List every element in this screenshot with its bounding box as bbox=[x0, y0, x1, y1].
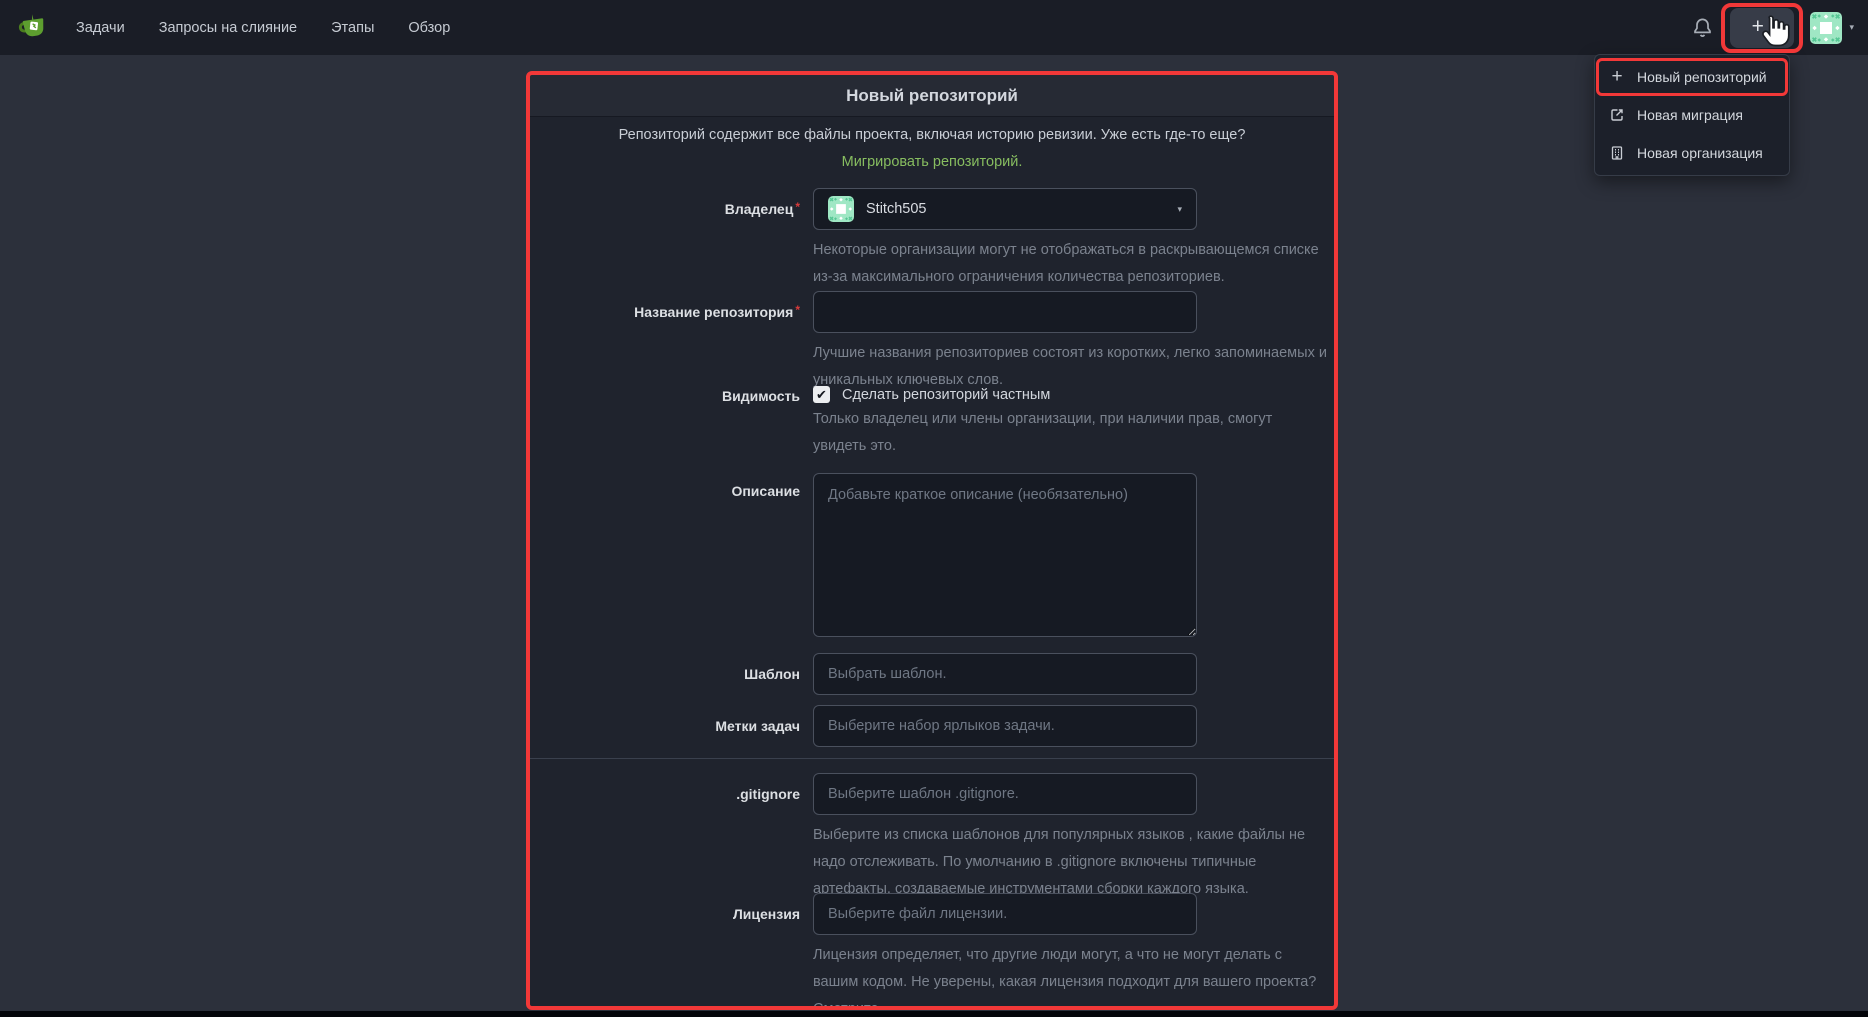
issue-labels-row: Метки задач bbox=[530, 705, 1334, 747]
notifications-button[interactable] bbox=[1690, 16, 1714, 40]
license-help-text: Лицензия определяет, что другие люди мог… bbox=[813, 942, 1329, 1006]
nav-item-explore[interactable]: Обзор bbox=[408, 20, 450, 36]
repo-name-row: Название репозитория* Лучшие названия ре… bbox=[530, 291, 1334, 394]
navbar-right: + ▾ ▾ bbox=[1690, 0, 1854, 55]
menu-item-new-migration[interactable]: Новая миграция bbox=[1595, 96, 1789, 134]
owner-help-text: Некоторые организации могут не отображат… bbox=[813, 237, 1329, 291]
menu-item-new-repository[interactable]: + Новый репозиторий bbox=[1595, 58, 1789, 96]
issue-labels-label: Метки задач bbox=[530, 705, 800, 747]
navbar: Задачи Запросы на слияние Этапы Обзор + … bbox=[0, 0, 1868, 55]
form-header: Новый репозиторий bbox=[530, 75, 1334, 117]
owner-label-text: Владелец bbox=[725, 201, 794, 217]
description-label: Описание bbox=[530, 473, 800, 642]
chevron-down-icon: ▾ bbox=[1177, 205, 1182, 214]
description-textarea[interactable] bbox=[813, 473, 1197, 637]
bell-icon bbox=[1692, 17, 1713, 38]
menu-item-label: Новый репозиторий bbox=[1637, 69, 1767, 85]
owner-select[interactable]: Stitch505 ▾ bbox=[813, 188, 1197, 230]
create-new-button[interactable]: + ▾ bbox=[1730, 8, 1794, 48]
private-checkbox-label[interactable]: Сделать репозиторий частным bbox=[842, 387, 1050, 403]
license-help-body: Лицензия определяет, что другие люди мог… bbox=[813, 947, 1316, 1006]
private-checkbox[interactable]: ✔ bbox=[813, 386, 830, 403]
template-row: Шаблон bbox=[530, 653, 1334, 695]
license-row: Лицензия Лицензия определяет, что другие… bbox=[530, 893, 1334, 1006]
required-asterisk: * bbox=[795, 303, 800, 317]
form-intro: Репозиторий содержит все файлы проекта, … bbox=[582, 122, 1282, 176]
license-label: Лицензия bbox=[530, 893, 800, 1006]
visibility-help-text: Только владелец или члены организации, п… bbox=[813, 406, 1329, 460]
chevron-down-icon: ▾ bbox=[1849, 23, 1854, 32]
repo-name-label-text: Название репозитория bbox=[634, 304, 793, 320]
owner-avatar bbox=[828, 196, 854, 222]
organization-icon bbox=[1609, 145, 1625, 161]
issue-labels-input[interactable] bbox=[813, 705, 1197, 747]
gitignore-input[interactable] bbox=[813, 773, 1197, 815]
navbar-links: Задачи Запросы на слияние Этапы Обзор bbox=[76, 20, 450, 36]
nav-item-milestones[interactable]: Этапы bbox=[331, 20, 374, 36]
user-menu-button[interactable]: ▾ bbox=[1810, 12, 1854, 44]
migrate-icon bbox=[1609, 107, 1625, 123]
plus-icon: + bbox=[1752, 16, 1764, 37]
gitea-logo[interactable] bbox=[16, 11, 52, 45]
form-divider bbox=[530, 758, 1334, 759]
owner-label: Владелец* bbox=[530, 188, 800, 291]
menu-item-new-organization[interactable]: Новая организация bbox=[1595, 134, 1789, 172]
gitea-teacup-icon bbox=[17, 12, 51, 44]
screen: Задачи Запросы на слияние Этапы Обзор + … bbox=[0, 0, 1868, 1017]
template-label: Шаблон bbox=[530, 653, 800, 695]
license-input[interactable] bbox=[813, 893, 1197, 935]
menu-item-label: Новая организация bbox=[1637, 145, 1763, 161]
nav-item-pull-requests[interactable]: Запросы на слияние bbox=[159, 20, 297, 36]
visibility-row: Видимость ✔ Сделать репозиторий частным … bbox=[530, 386, 1334, 460]
owner-row: Владелец* Stitch505 ▾ Некоторые организа… bbox=[530, 188, 1334, 291]
gitignore-row: .gitignore Выберите из списка шаблонов д… bbox=[530, 773, 1334, 903]
intro-text: Репозиторий содержит все файлы проекта, … bbox=[619, 127, 1246, 143]
new-repository-form: Новый репозиторий Репозиторий содержит в… bbox=[530, 75, 1334, 1006]
nav-item-issues[interactable]: Задачи bbox=[76, 20, 125, 36]
repo-name-label: Название репозитория* bbox=[530, 291, 800, 394]
owner-value: Stitch505 bbox=[866, 201, 926, 217]
repo-name-input[interactable] bbox=[813, 291, 1197, 333]
required-asterisk: * bbox=[795, 200, 800, 214]
gitignore-label: .gitignore bbox=[530, 773, 800, 903]
menu-item-label: Новая миграция bbox=[1637, 107, 1743, 123]
template-input[interactable] bbox=[813, 653, 1197, 695]
user-avatar bbox=[1810, 12, 1842, 44]
visibility-label: Видимость bbox=[530, 386, 800, 460]
description-row: Описание bbox=[530, 473, 1334, 642]
page-title: Новый репозиторий bbox=[846, 86, 1018, 106]
plus-icon: + bbox=[1609, 68, 1625, 84]
chevron-down-icon: ▾ bbox=[1769, 23, 1774, 32]
migrate-repository-link[interactable]: Мигрировать репозиторий. bbox=[842, 154, 1023, 170]
create-new-dropdown: + Новый репозиторий Новая миграция Новая… bbox=[1594, 54, 1790, 176]
gitignore-help-text: Выберите из списка шаблонов для популярн… bbox=[813, 822, 1329, 903]
bottom-edge-bar bbox=[0, 1011, 1868, 1017]
